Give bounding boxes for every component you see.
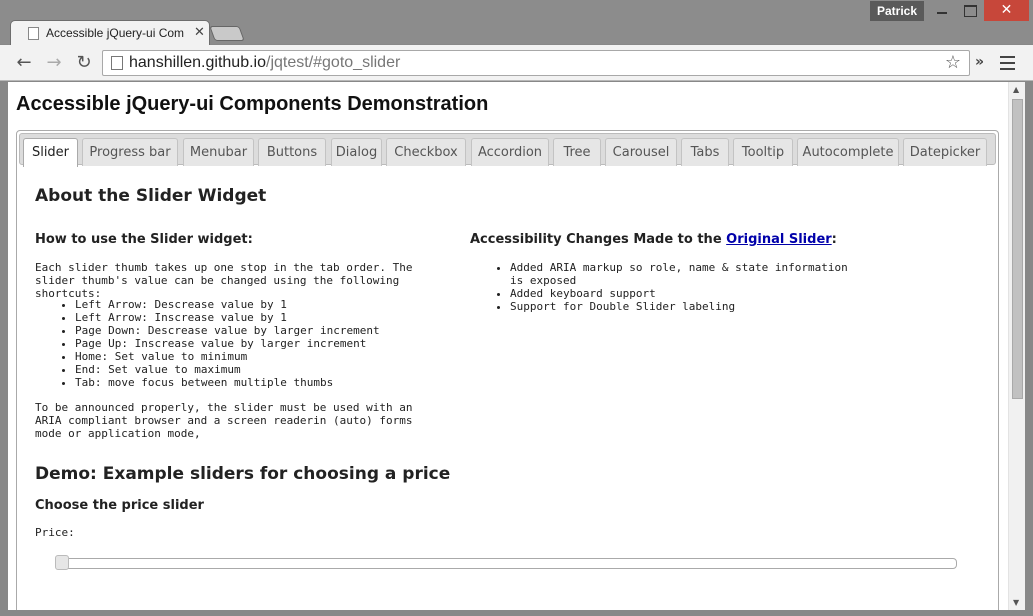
- price-slider-track[interactable]: [55, 558, 957, 569]
- page-info-icon[interactable]: [111, 56, 123, 70]
- list-item: Left Arrow: Descrease value by 1: [75, 298, 380, 311]
- list-item: Left Arrow: Inscrease value by 1: [75, 311, 380, 324]
- bookmark-star-icon[interactable]: ☆: [945, 52, 961, 73]
- tab-datepicker[interactable]: Datepicker: [903, 138, 987, 166]
- tab-slider[interactable]: Slider: [23, 138, 78, 167]
- page-title: Accessible jQuery-ui Components Demonstr…: [16, 93, 489, 115]
- announce-text: To be announced properly, the slider mus…: [35, 401, 413, 440]
- tab-close-icon[interactable]: ✕: [194, 25, 205, 40]
- forward-arrow-icon[interactable]: →: [42, 51, 66, 75]
- extensions-overflow-icon[interactable]: »: [975, 54, 984, 70]
- tab-menubar[interactable]: Menubar: [183, 138, 254, 166]
- url-host: hanshillen.github.io: [129, 54, 266, 71]
- list-item: Page Down: Descrease value by larger inc…: [75, 324, 380, 337]
- list-item: Home: Set value to minimum: [75, 350, 380, 363]
- access-heading-suffix: :: [831, 232, 837, 247]
- tab-accordion[interactable]: Accordion: [471, 138, 549, 166]
- browser-tab-title: Accessible jQuery-ui Components Demonstr…: [46, 26, 184, 40]
- address-url[interactable]: hanshillen.github.io/jqtest/#goto_slider: [129, 54, 400, 72]
- howto-heading: How to use the Slider widget:: [35, 232, 253, 247]
- list-item: Added ARIA markup so role, name & state …: [510, 261, 850, 287]
- tab-checkbox[interactable]: Checkbox: [386, 138, 466, 166]
- browser-toolbar: ← → ↻ hanshillen.github.io/jqtest/#goto_…: [0, 45, 1033, 81]
- scroll-down-icon[interactable]: ▼: [1013, 598, 1019, 607]
- url-path: /jqtest/#goto_slider: [266, 54, 401, 71]
- profile-badge[interactable]: Patrick: [870, 1, 924, 21]
- component-tab-list: Slider Progress bar Menubar Buttons Dialog Ch…: [19, 133, 996, 167]
- intro-text: Each slider thumb takes up one stop in t…: [35, 261, 413, 300]
- reload-icon[interactable]: ↻: [72, 51, 96, 75]
- about-slider-heading: About the Slider Widget: [35, 186, 267, 206]
- access-heading-prefix: Accessibility Changes Made to the: [470, 232, 727, 247]
- back-arrow-icon[interactable]: ←: [12, 51, 36, 75]
- component-tabs: Slider Progress bar Menubar Buttons Dialog Ch…: [16, 130, 999, 610]
- vertical-scrollbar[interactable]: ▲ ▼: [1008, 82, 1025, 610]
- scrollbar-thumb[interactable]: [1012, 99, 1023, 399]
- shortcut-list: Left Arrow: Descrease value by 1 Left Ar…: [75, 298, 380, 389]
- choose-price-heading: Choose the price slider: [35, 498, 204, 513]
- list-item: Page Up: Inscrease value by larger incre…: [75, 337, 380, 350]
- tab-autocomplete[interactable]: Autocomplete: [797, 138, 899, 166]
- window-titlebar: Patrick ✕ Accessible jQuery-ui Component…: [0, 0, 1033, 46]
- browser-tab-active[interactable]: Accessible jQuery-ui Components Demonstr…: [10, 20, 210, 46]
- close-window-button[interactable]: ✕: [984, 0, 1029, 21]
- tab-carousel[interactable]: Carousel: [605, 138, 677, 166]
- tab-progress-bar[interactable]: Progress bar: [82, 138, 178, 166]
- slider-tab-panel: About the Slider Widget How to use the S…: [17, 165, 998, 610]
- list-item: Added keyboard support: [510, 287, 850, 300]
- list-item: End: Set value to maximum: [75, 363, 380, 376]
- tab-tree[interactable]: Tree: [553, 138, 601, 166]
- tab-buttons[interactable]: Buttons: [258, 138, 326, 166]
- maximize-button[interactable]: [956, 0, 984, 21]
- list-item: Tab: move focus between multiple thumbs: [75, 376, 380, 389]
- page-viewport: Accessible jQuery-ui Components Demonstr…: [8, 82, 1025, 610]
- new-tab-button[interactable]: [209, 26, 245, 41]
- tab-dialog[interactable]: Dialog: [331, 138, 382, 166]
- accessibility-changes-heading: Accessibility Changes Made to the Origin…: [470, 232, 837, 247]
- tab-tooltip[interactable]: Tooltip: [733, 138, 793, 166]
- scroll-up-icon[interactable]: ▲: [1013, 85, 1019, 94]
- original-slider-link[interactable]: Original Slider: [726, 232, 832, 247]
- price-slider-thumb[interactable]: [55, 555, 69, 570]
- tab-tabs[interactable]: Tabs: [681, 138, 729, 166]
- list-item: Support for Double Slider labeling: [510, 300, 850, 313]
- address-bar[interactable]: hanshillen.github.io/jqtest/#goto_slider…: [102, 50, 970, 76]
- price-label: Price:: [35, 526, 75, 539]
- browser-menu-icon[interactable]: [1000, 56, 1015, 70]
- accessibility-changes-list: Added ARIA markup so role, name & state …: [510, 261, 850, 313]
- minimize-button[interactable]: [928, 0, 956, 21]
- page-favicon-icon: [28, 27, 39, 40]
- demo-heading: Demo: Example sliders for choosing a pri…: [35, 464, 451, 484]
